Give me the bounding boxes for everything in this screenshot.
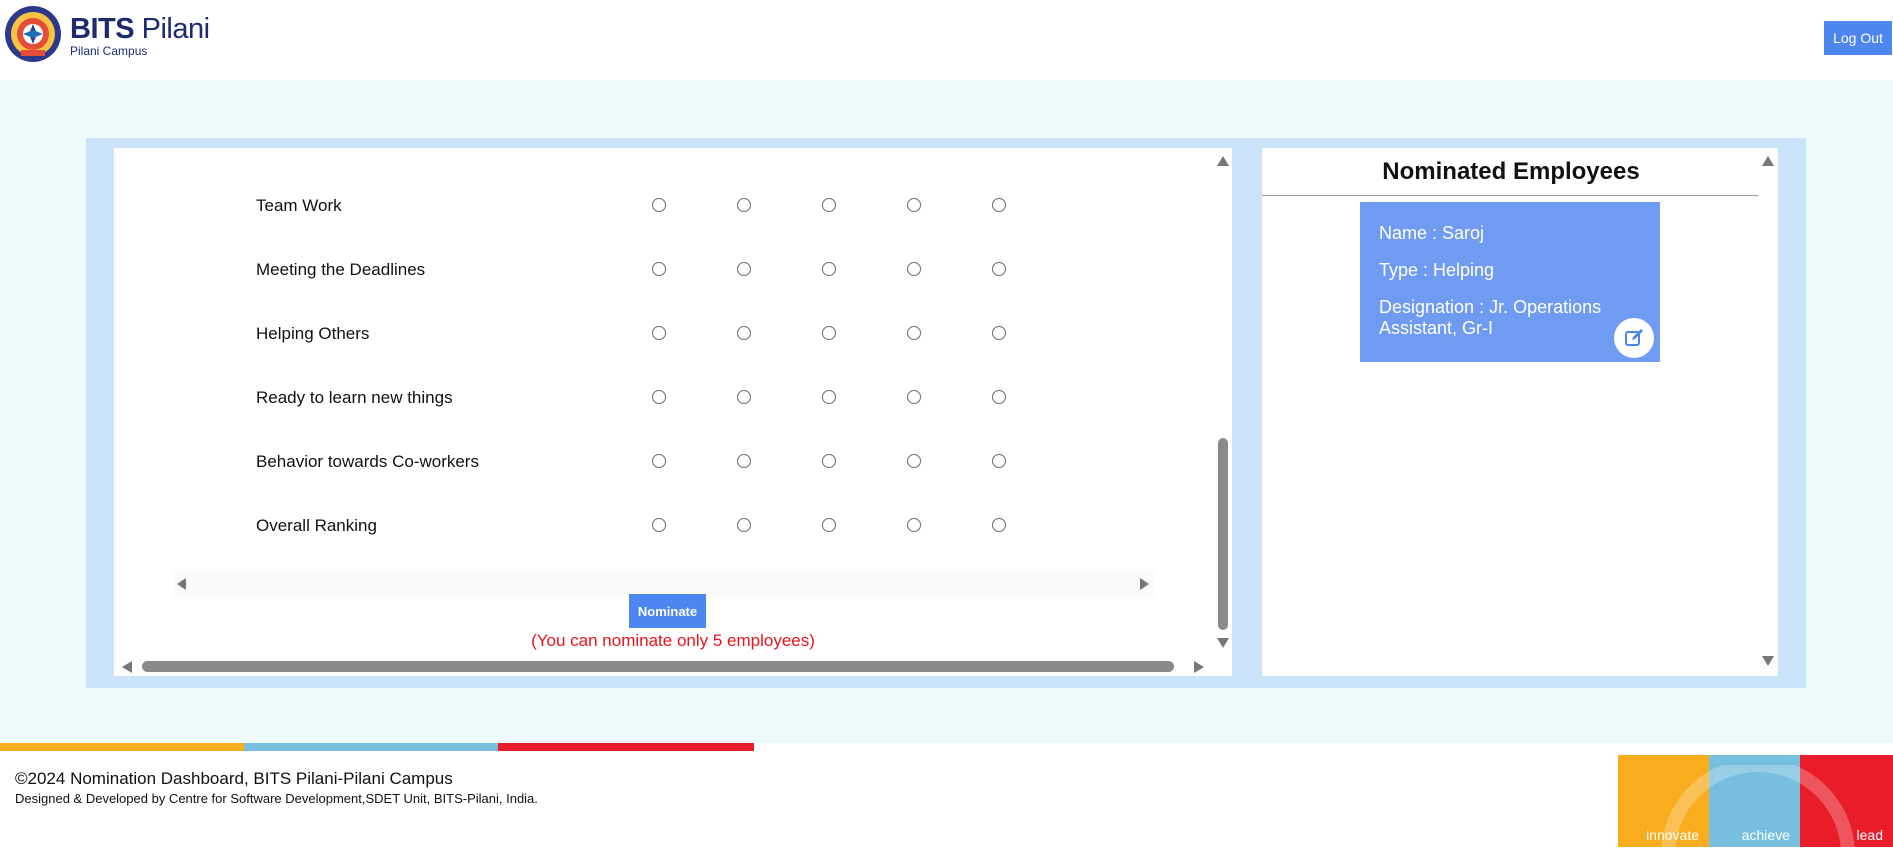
vertical-scrollbar-thumb[interactable]	[1218, 438, 1228, 630]
rating-radio-1[interactable]	[652, 390, 666, 404]
rating-radio-5[interactable]	[992, 390, 1006, 404]
divider	[1262, 195, 1758, 196]
brand-subtitle: Pilani Campus	[70, 44, 148, 58]
rating-radio-5[interactable]	[992, 454, 1006, 468]
criterion-row: Behavior towards Co-workers	[114, 446, 1114, 476]
scroll-down-arrow-icon[interactable]	[1762, 656, 1774, 666]
bits-logo: BITS Pilani Pilani Campus	[4, 4, 210, 64]
logout-button[interactable]: Log Out	[1824, 21, 1892, 55]
gear-watermark-icon	[1661, 765, 1855, 847]
rating-radio-3[interactable]	[822, 262, 836, 276]
rating-radio-4[interactable]	[907, 198, 921, 212]
criterion-row: Helping Others	[114, 318, 1114, 348]
nominee-name: Name : Saroj	[1379, 223, 1485, 243]
scroll-right-arrow-icon[interactable]	[1194, 661, 1204, 673]
criterion-label: Overall Ranking	[256, 516, 377, 535]
nomination-limit-note: (You can nominate only 5 employees)	[531, 631, 815, 650]
rating-radio-3[interactable]	[822, 326, 836, 340]
credit-text: Designed & Developed by Centre for Softw…	[15, 791, 538, 806]
criterion-label: Team Work	[256, 196, 342, 215]
criterion-row: Meeting the Deadlines	[114, 254, 1114, 284]
rating-radio-2[interactable]	[737, 326, 751, 340]
scroll-left-arrow-icon[interactable]	[122, 661, 132, 673]
innovate-achieve-lead-badge: innovate achieve lead	[1618, 755, 1893, 847]
rating-radio-5[interactable]	[992, 262, 1006, 276]
criterion-row: Overall Ranking	[114, 510, 1114, 540]
bits-seal-icon	[5, 6, 61, 62]
scroll-down-arrow-icon[interactable]	[1217, 638, 1229, 648]
main-area: Team Work Meeting the Deadlines Helping …	[0, 80, 1893, 743]
brand-title: BITS Pilani	[70, 13, 210, 45]
rating-radio-4[interactable]	[907, 454, 921, 468]
rating-radio-5[interactable]	[992, 326, 1006, 340]
inner-horizontal-scrollbar[interactable]	[174, 572, 1154, 596]
rating-radio-3[interactable]	[822, 390, 836, 404]
rating-radio-4[interactable]	[907, 326, 921, 340]
rating-radio-4[interactable]	[907, 518, 921, 532]
rating-radio-1[interactable]	[652, 326, 666, 340]
rating-radio-5[interactable]	[992, 518, 1006, 532]
rating-radio-2[interactable]	[737, 198, 751, 212]
criterion-label: Helping Others	[256, 324, 370, 343]
nominate-button[interactable]: Nominate	[629, 594, 706, 628]
criterion-row: Ready to learn new things	[114, 382, 1114, 412]
rating-radio-4[interactable]	[907, 390, 921, 404]
rating-radio-3[interactable]	[822, 454, 836, 468]
rating-radio-3[interactable]	[822, 518, 836, 532]
edit-nominee-button[interactable]	[1614, 318, 1654, 358]
scroll-up-arrow-icon[interactable]	[1217, 156, 1229, 166]
rating-radio-2[interactable]	[737, 262, 751, 276]
rating-radio-2[interactable]	[737, 518, 751, 532]
scroll-left-arrow-icon[interactable]	[177, 578, 187, 590]
scroll-right-arrow-icon[interactable]	[1139, 578, 1149, 590]
rating-radio-4[interactable]	[907, 262, 921, 276]
nomination-form-panel: Team Work Meeting the Deadlines Helping …	[114, 148, 1232, 676]
horizontal-scrollbar-thumb[interactable]	[142, 661, 1174, 672]
rating-radio-1[interactable]	[652, 518, 666, 532]
rating-radio-1[interactable]	[652, 454, 666, 468]
rating-radio-1[interactable]	[652, 262, 666, 276]
nominee-designation: Designation : Jr. Operations Assistant, …	[1379, 297, 1602, 338]
content-container: Team Work Meeting the Deadlines Helping …	[86, 138, 1806, 688]
nominee-card: Name : Saroj Type : Helping Designation …	[1360, 202, 1660, 362]
criterion-row: Team Work	[114, 190, 1114, 220]
rating-radio-2[interactable]	[737, 390, 751, 404]
rating-radio-3[interactable]	[822, 198, 836, 212]
nominee-type: Type : Helping	[1379, 260, 1495, 280]
edit-icon	[1625, 329, 1643, 346]
rating-radio-1[interactable]	[652, 198, 666, 212]
criterion-label: Meeting the Deadlines	[256, 260, 426, 279]
criterion-label: Ready to learn new things	[256, 388, 453, 407]
nominated-employees-title: Nominated Employees	[1382, 158, 1640, 185]
header: BITS Pilani Pilani Campus Log Out	[0, 0, 1893, 80]
rating-radio-2[interactable]	[737, 454, 751, 468]
scroll-up-arrow-icon[interactable]	[1762, 156, 1774, 166]
criterion-label: Behavior towards Co-workers	[256, 452, 479, 471]
rating-radio-5[interactable]	[992, 198, 1006, 212]
copyright-text: ©2024 Nomination Dashboard, BITS Pilani-…	[15, 769, 453, 788]
footer-color-stripe	[0, 743, 754, 751]
nominated-employees-panel: Nominated Employees Name : Saroj Type : …	[1262, 148, 1778, 676]
footer: ©2024 Nomination Dashboard, BITS Pilani-…	[0, 751, 1893, 856]
